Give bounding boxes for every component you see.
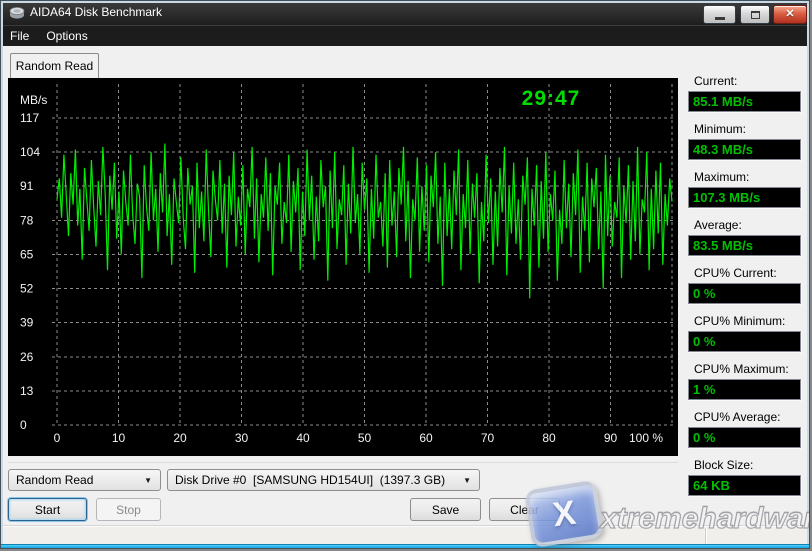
elapsed-timer: 29:47 — [496, 87, 606, 111]
svg-text:65: 65 — [20, 247, 34, 261]
menu-bar: FileOptions — [1, 25, 810, 46]
maximize-button[interactable] — [740, 5, 770, 24]
tab-label: Random Read — [16, 59, 93, 73]
svg-text:39: 39 — [20, 316, 34, 330]
stat-group-current: Current: 85.1 MB/s — [688, 74, 803, 112]
stat-value-box: 107.3 MB/s — [688, 187, 801, 208]
stat-value: 0 % — [689, 428, 800, 445]
stat-label: Minimum: — [694, 122, 803, 137]
stat-value: 1 % — [689, 380, 800, 397]
svg-text:91: 91 — [20, 179, 34, 193]
stat-value-box: 64 KB — [688, 475, 801, 496]
svg-text:60: 60 — [419, 431, 433, 445]
svg-text:50: 50 — [358, 431, 372, 445]
maximize-icon — [751, 11, 760, 19]
stat-group-minimum: Minimum: 48.3 MB/s — [688, 122, 803, 160]
svg-text:90: 90 — [604, 431, 618, 445]
stop-button[interactable]: Stop — [96, 498, 161, 521]
stat-value: 107.3 MB/s — [689, 188, 800, 205]
stat-label: CPU% Current: — [694, 266, 803, 281]
stat-value: 64 KB — [689, 476, 800, 493]
menu-item-file[interactable]: File — [2, 27, 37, 45]
svg-text:30: 30 — [235, 431, 249, 445]
stat-value: 0 % — [689, 284, 800, 301]
drive-select-value: Disk Drive #0 [SAMSUNG HD154UI] (1397.3 … — [175, 473, 463, 487]
svg-text:78: 78 — [20, 213, 34, 227]
window-bottom-border — [1, 544, 809, 548]
stat-group-cpu-minimum: CPU% Minimum: 0 % — [688, 314, 803, 352]
stat-value: 48.3 MB/s — [689, 140, 800, 157]
stat-value-box: 83.5 MB/s — [688, 235, 801, 256]
stat-label: CPU% Average: — [694, 410, 803, 425]
divider — [8, 462, 678, 463]
minimize-icon — [715, 17, 725, 20]
start-button[interactable]: Start — [8, 498, 87, 521]
stat-value: 83.5 MB/s — [689, 236, 800, 253]
close-button[interactable]: ✕ — [773, 5, 807, 24]
stat-group-cpu-current: CPU% Current: 0 % — [688, 266, 803, 304]
svg-text:13: 13 — [20, 384, 34, 398]
title-bar: AIDA64 Disk Benchmark ✕ — [1, 1, 810, 25]
throughput-line-chart: MB/s 117 104 91 78 65 52 39 26 13 0 0 10 20 30 40 50 60 70… — [8, 78, 678, 456]
stat-value-box: 1 % — [688, 379, 801, 400]
svg-text:80: 80 — [542, 431, 556, 445]
stat-group-cpu-average: CPU% Average: 0 % — [688, 410, 803, 448]
svg-text:104: 104 — [20, 145, 40, 159]
window-title: AIDA64 Disk Benchmark — [30, 5, 162, 19]
stat-label: CPU% Minimum: — [694, 314, 803, 329]
save-button[interactable]: Save — [410, 498, 481, 521]
svg-text:70: 70 — [481, 431, 495, 445]
stat-value: 0 % — [689, 332, 800, 349]
minimize-button[interactable] — [703, 5, 736, 24]
benchmark-chart: MB/s 117 104 91 78 65 52 39 26 13 0 0 10 20 30 40 50 60 70… — [8, 78, 678, 456]
status-bar-separator — [705, 528, 706, 545]
chevron-down-icon: ▼ — [463, 476, 471, 485]
test-type-value: Random Read — [16, 473, 144, 487]
svg-text:100 %: 100 % — [629, 431, 663, 445]
stat-label: Maximum: — [694, 170, 803, 185]
stat-value: 85.1 MB/s — [689, 92, 800, 109]
svg-text:40: 40 — [296, 431, 310, 445]
svg-text:20: 20 — [173, 431, 187, 445]
close-icon: ✕ — [785, 9, 794, 20]
stat-group-average: Average: 83.5 MB/s — [688, 218, 803, 256]
svg-text:52: 52 — [20, 282, 34, 296]
stat-value-box: 48.3 MB/s — [688, 139, 801, 160]
stat-group-maximum: Maximum: 107.3 MB/s — [688, 170, 803, 208]
stat-value-box: 85.1 MB/s — [688, 91, 801, 112]
stat-value-box: 0 % — [688, 427, 801, 448]
stat-value-box: 0 % — [688, 331, 801, 352]
app-window: AIDA64 Disk Benchmark ✕ FileOptions Rand… — [0, 0, 810, 549]
svg-text:0: 0 — [20, 418, 27, 432]
stat-label: Average: — [694, 218, 803, 233]
svg-text:26: 26 — [20, 350, 34, 364]
stat-label: Block Size: — [694, 458, 803, 473]
svg-text:MB/s: MB/s — [20, 93, 47, 107]
drive-select[interactable]: Disk Drive #0 [SAMSUNG HD154UI] (1397.3 … — [167, 469, 480, 491]
svg-text:117: 117 — [20, 111, 39, 125]
tab-random-read[interactable]: Random Read — [10, 53, 99, 78]
stat-label: Current: — [694, 74, 803, 89]
svg-text:10: 10 — [112, 431, 126, 445]
stat-label: CPU% Maximum: — [694, 362, 803, 377]
chevron-down-icon: ▼ — [144, 476, 152, 485]
stat-value-box: 0 % — [688, 283, 801, 304]
stat-group-cpu-maximum: CPU% Maximum: 1 % — [688, 362, 803, 400]
clear-button[interactable]: Clear — [489, 498, 560, 521]
svg-text:0: 0 — [54, 431, 61, 445]
menu-item-options[interactable]: Options — [38, 27, 95, 45]
stat-group-block-size: Block Size: 64 KB — [688, 458, 803, 496]
test-type-select[interactable]: Random Read ▼ — [8, 469, 161, 491]
hard-disk-icon — [9, 6, 25, 20]
